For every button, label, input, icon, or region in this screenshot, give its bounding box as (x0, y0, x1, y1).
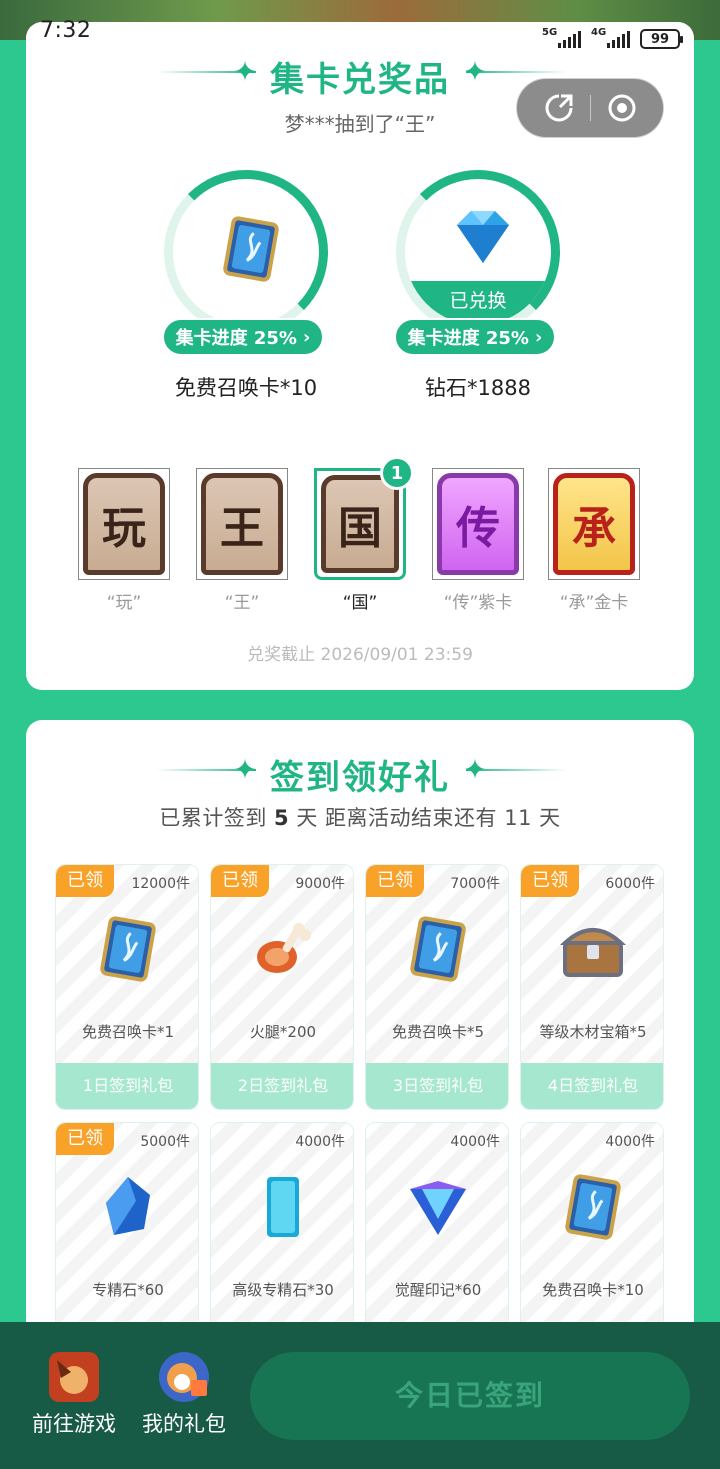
gift-name: 火腿*200 (249, 1023, 317, 1041)
signin-title: 签到领好礼 (270, 758, 450, 798)
treasure-chest-icon (559, 928, 627, 977)
gift-day-label: 3日签到礼包 (366, 1063, 508, 1109)
awakening-mark-icon (410, 1181, 466, 1235)
gift-day-label: 4日签到礼包 (521, 1063, 663, 1109)
status-time: 7:32 (40, 18, 92, 43)
card-count-badge: 1 (380, 456, 414, 490)
mini-program-capsule (516, 78, 664, 138)
gift-tile[interactable]: 已领 7000件 免费召唤卡*5 3日签到礼包 (365, 864, 509, 1110)
gift-stock: 5000件 (140, 1134, 190, 1150)
ham-icon (257, 923, 311, 973)
gift-name: 免费召唤卡*1 (81, 1023, 175, 1041)
chevron-right-icon: › (302, 326, 311, 348)
signin-summary: 已累计签到 5 天 距离活动结束还有 11 天 (159, 806, 561, 830)
summon-card-icon (565, 1174, 621, 1240)
title-decoration-right (466, 769, 566, 771)
gift-stock: 7000件 (450, 876, 500, 892)
word-card-label: “承”金卡 (559, 593, 629, 613)
gift-name: 免费召唤卡*5 (391, 1023, 485, 1041)
word-card-char: 玩 (83, 473, 165, 575)
word-card-char: 王 (201, 473, 283, 575)
gift-name: 觉醒印记*60 (394, 1281, 482, 1299)
status-bar: 7:32 5G 4G 99 (0, 0, 720, 60)
my-gifts-button[interactable]: 我的礼包 (138, 1350, 230, 1438)
signal-5g-icon: 5G (542, 27, 581, 48)
word-card-label: “王” (224, 593, 260, 613)
gift-tile[interactable]: 已领 6000件 等级木材宝箱*5 4日签到礼包 (520, 864, 664, 1110)
blue-gem-icon (106, 1177, 150, 1235)
chevron-right-icon: › (534, 326, 543, 348)
word-card-label: “传”紫卡 (443, 593, 513, 613)
summon-card-icon (410, 916, 466, 982)
word-card[interactable]: 1 国 “国” (314, 456, 414, 613)
gift-day-label: 1日签到礼包 (56, 1063, 198, 1109)
gift-tile[interactable]: 已领 9000件 火腿*200 2日签到礼包 (210, 864, 354, 1110)
gift-name: 高级专精石*30 (232, 1281, 334, 1299)
prize-name: 免费召唤卡*10 (174, 376, 318, 400)
battery-icon: 99 (640, 29, 683, 49)
prize-item[interactable]: 集卡进度 25% › 免费召唤卡*10 (162, 170, 330, 410)
prize-name: 钻石*1888 (425, 376, 531, 400)
crystal-block-icon (267, 1177, 299, 1237)
claimed-badge: 已领 (56, 1123, 114, 1155)
summon-card-icon (100, 916, 156, 982)
gift-stock: 6000件 (605, 876, 655, 892)
gift-stock: 4000件 (450, 1134, 500, 1150)
gift-tile[interactable]: 已领 12000件 免费召唤卡*1 1日签到礼包 (55, 864, 199, 1110)
share-icon[interactable] (543, 92, 575, 124)
go-game-button[interactable]: 前往游戏 (28, 1350, 120, 1438)
gift-stock: 4000件 (295, 1134, 345, 1150)
capsule-divider (589, 95, 591, 121)
word-card[interactable]: 传 “传”紫卡 (432, 468, 524, 613)
word-card[interactable]: 承 “承”金卡 (548, 468, 640, 613)
word-card-char: 承 (553, 473, 635, 575)
gift-name: 免费召唤卡*10 (542, 1281, 644, 1299)
title-decoration-right (466, 71, 566, 73)
gift-name: 等级木材宝箱*5 (539, 1023, 647, 1041)
word-card-char: 国 (321, 475, 399, 573)
signin-panel: ✦ 签到领好礼 ✦ 已累计签到 5 天 距离活动结束还有 11 天 已领 120… (26, 720, 694, 1420)
progress-arc (396, 170, 560, 334)
gift-stock: 12000件 (131, 876, 190, 892)
claimed-badge: 已领 (521, 865, 579, 897)
word-card[interactable]: 玩 “玩” (78, 468, 170, 613)
signal-4g-icon: 4G (591, 27, 630, 48)
gift-stock: 9000件 (295, 876, 345, 892)
claimed-badge: 已领 (366, 865, 424, 897)
gift-bag-icon (159, 1352, 209, 1402)
gift-day-label: 2日签到礼包 (211, 1063, 353, 1109)
word-card-label: “国” (342, 593, 378, 613)
redeem-deadline: 兑奖截止 2026/09/01 23:59 (247, 645, 473, 665)
claimed-badge: 已领 (56, 865, 114, 897)
signed-today-button[interactable]: 今日已签到 (250, 1352, 690, 1440)
progress-arc (164, 170, 328, 334)
collect-progress-button[interactable]: 集卡进度 25% › (394, 318, 556, 356)
prize-item[interactable]: 已兑换 集卡进度 25% › 钻石*1888 (394, 170, 562, 410)
game-app-icon (49, 1352, 99, 1402)
bottom-action-bar: 前往游戏 我的礼包 今日已签到 (0, 1322, 720, 1469)
word-card-label: “玩” (106, 593, 142, 613)
word-card-char: 传 (437, 473, 519, 575)
word-card[interactable]: 王 “王” (196, 468, 288, 613)
status-icons: 5G 4G 99 (542, 18, 683, 60)
gift-stock: 4000件 (605, 1134, 655, 1150)
close-target-icon[interactable] (606, 92, 638, 124)
gift-name: 专精石*60 (92, 1281, 164, 1299)
collect-progress-button[interactable]: 集卡进度 25% › (162, 318, 324, 356)
claimed-badge: 已领 (211, 865, 269, 897)
